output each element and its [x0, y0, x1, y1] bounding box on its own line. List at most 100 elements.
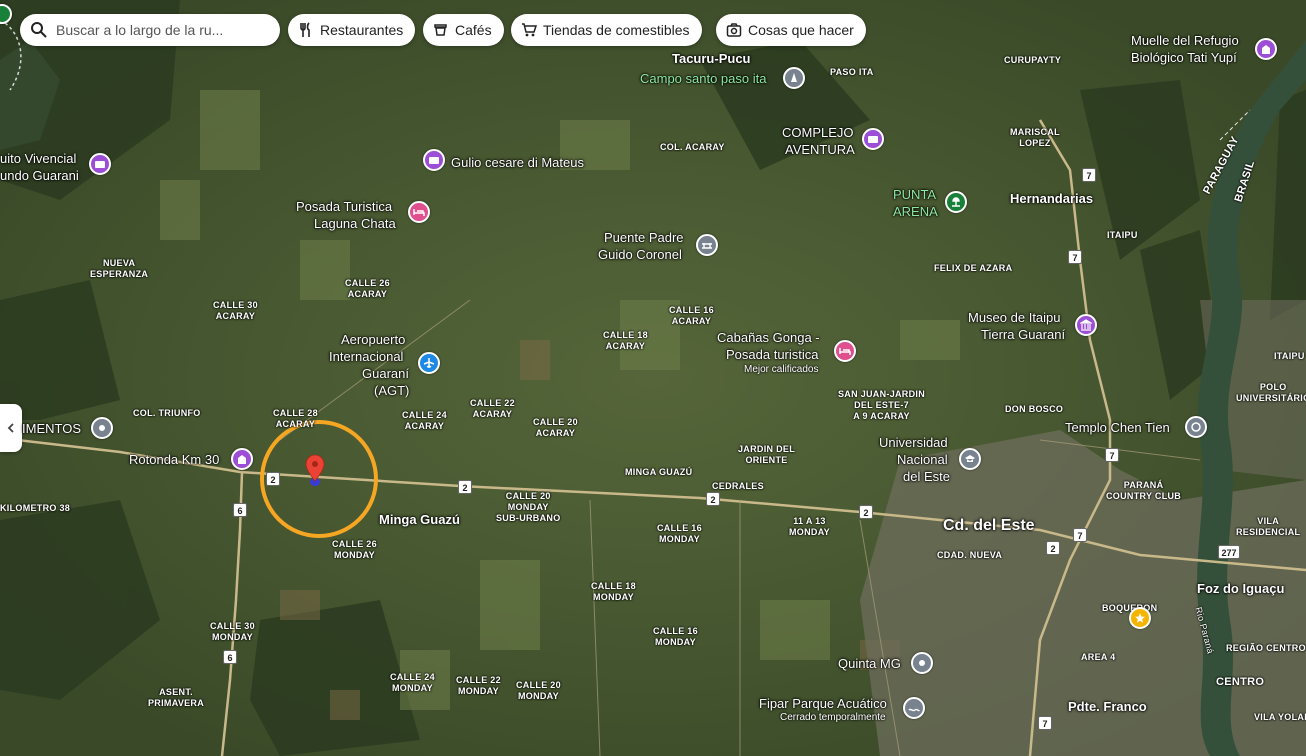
area-calle18-monday: CALLE 18 MONDAY: [591, 581, 636, 602]
route-shield: 7: [1038, 716, 1052, 730]
place-mentos[interactable]: IMENTOS: [22, 421, 81, 437]
area-mariscal-lopez: MARISCAL LOPEZ: [1010, 127, 1060, 148]
school-pin-icon[interactable]: [959, 448, 981, 470]
place-museo-line1[interactable]: Museo de Itaipu: [968, 310, 1061, 326]
area-calle22-acaray: CALLE 22 ACARAY: [470, 398, 515, 419]
place-universidad-line3[interactable]: del Este: [903, 469, 950, 485]
fork-knife-icon: [300, 22, 310, 37]
bridge-pin-icon[interactable]: [696, 234, 718, 256]
place-pin-icon[interactable]: [91, 417, 113, 439]
place-punta-line2[interactable]: ARENA: [893, 204, 938, 220]
waterpark-pin-icon[interactable]: [903, 697, 925, 719]
route-shield: 277: [1218, 545, 1240, 559]
collapse-panel-button[interactable]: [0, 404, 22, 452]
monument-icon[interactable]: [783, 67, 805, 89]
city-cd-del-este[interactable]: Cd. del Este: [943, 518, 1035, 534]
park-icon[interactable]: [0, 4, 12, 24]
place-posada-line1[interactable]: Posada Turistica: [296, 199, 392, 215]
area-itaipu: ITAIPU: [1107, 230, 1138, 240]
area-minga-guazu-small: MINGA GUAZÚ: [625, 467, 693, 477]
place-puente-line2[interactable]: Guido Coronel: [598, 247, 682, 263]
area-vila-residencial: VILA RESIDENCIAL: [1236, 516, 1301, 537]
area-kilometro38: KILOMETRO 38: [0, 503, 71, 513]
place-fipar-line1[interactable]: Fipar Parque Acuático: [759, 696, 887, 712]
chip-cafes[interactable]: Cafés: [423, 14, 504, 46]
route-shield: 7: [1073, 528, 1087, 542]
area-polo-universitario: POLO UNIVERSITÁRIO: [1236, 382, 1306, 403]
place-museo-line2[interactable]: Tierra Guaraní: [981, 327, 1065, 343]
area-regiao-centro: REGIÃO CENTRO: [1226, 643, 1306, 653]
chip-restaurants[interactable]: Restaurantes: [288, 14, 416, 46]
place-templo[interactable]: Templo Chen Tien: [1065, 420, 1170, 436]
area-paso-ita: PASO ITA: [830, 67, 874, 77]
area-calle26-monday: CALLE 26 MONDAY: [332, 539, 377, 560]
place-tacuru-pucu[interactable]: Tacuru-Pucu: [672, 51, 751, 67]
place-aeropuerto-line3[interactable]: Guaraní: [362, 366, 409, 382]
camera-pin-icon[interactable]: [89, 153, 111, 175]
area-area-4: AREA 4: [1081, 652, 1116, 662]
city-hernandarias[interactable]: Hernandarias: [1010, 191, 1093, 207]
airport-icon[interactable]: [418, 352, 440, 374]
route-search-box[interactable]: [20, 14, 280, 46]
place-quinta-mg[interactable]: Quinta MG: [838, 656, 901, 672]
chip-groceries[interactable]: Tiendas de comestibles: [511, 14, 702, 46]
area-parana-country: PARANÁ COUNTRY CLUB: [1106, 480, 1182, 501]
place-complejo-line2[interactable]: AVENTURA: [785, 142, 855, 158]
chevron-left-icon: [7, 423, 14, 433]
place-gulio[interactable]: Gulio cesare di Mateus: [451, 155, 584, 171]
place-circuito-line1[interactable]: uito Vivencial: [0, 151, 76, 167]
route-shield: 7: [1105, 448, 1119, 462]
city-pdte-franco[interactable]: Pdte. Franco: [1068, 699, 1147, 715]
route-shield: 2: [706, 492, 720, 506]
place-pin-icon[interactable]: [911, 652, 933, 674]
search-icon: [31, 22, 47, 38]
place-muelle-line2[interactable]: Biológico Tati Yupí: [1131, 50, 1237, 66]
area-curupayty: CURUPAYTY: [1004, 55, 1062, 65]
area-calle20-monday: CALLE 20 MONDAY SUB-URBANO: [496, 491, 561, 523]
chip-things-to-do[interactable]: Cosas que hacer: [716, 14, 866, 46]
area-calle28-acaray: CALLE 28 ACARAY: [273, 408, 318, 429]
chip-label: Cafés: [455, 22, 492, 38]
area-calle24-monday: CALLE 24 MONDAY: [390, 672, 435, 693]
temple-pin-icon[interactable]: [1185, 416, 1207, 438]
place-universidad-line1[interactable]: Universidad: [879, 435, 948, 451]
route-shield: 2: [266, 472, 280, 486]
area-nueva-esperanza: NUEVA ESPERANZA: [90, 258, 149, 279]
star-pin-icon[interactable]: [1129, 607, 1151, 629]
place-campo-santo[interactable]: Campo santo paso ita: [640, 71, 766, 87]
shopping-cart-icon: [522, 23, 537, 37]
place-cabanas-line2[interactable]: Posada turistica: [726, 347, 819, 363]
place-complejo-line1[interactable]: COMPLEJO: [782, 125, 854, 141]
river-parana: Rio Paraná: [1193, 605, 1216, 655]
camera-icon: [726, 23, 742, 37]
area-11-13-monday: 11 A 13 MONDAY: [789, 516, 830, 537]
camera-pin-icon[interactable]: [423, 149, 445, 171]
city-foz-do-iguacu[interactable]: Foz do Iguaçu: [1197, 581, 1284, 597]
place-circuito-line2[interactable]: undo Guarani: [0, 168, 79, 184]
city-minga-guazu[interactable]: Minga Guazú: [379, 512, 460, 528]
place-puente-line1[interactable]: Puente Padre: [604, 230, 684, 246]
route-shield: 6: [223, 650, 237, 664]
camera-pin-icon[interactable]: [862, 128, 884, 150]
area-asent-primavera: ASENT. PRIMAVERA: [148, 687, 205, 708]
beach-pin-icon[interactable]: [945, 191, 967, 213]
area-calle22-monday: CALLE 22 MONDAY: [456, 675, 501, 696]
place-punta-line1[interactable]: PUNTA: [893, 187, 936, 203]
hotel-pin-icon[interactable]: [834, 340, 856, 362]
place-posada-line2[interactable]: Laguna Chata: [314, 216, 396, 232]
place-aeropuerto-line4[interactable]: (AGT): [374, 383, 409, 399]
search-input[interactable]: [54, 21, 258, 39]
area-col-acaray: COL. ACARAY: [660, 142, 725, 152]
place-universidad-line2[interactable]: Nacional: [897, 452, 948, 468]
place-muelle-line1[interactable]: Muelle del Refugio: [1131, 33, 1239, 49]
place-cabanas-line1[interactable]: Cabañas Gonga -: [717, 330, 820, 346]
area-jardin-oriente: JARDIN DEL ORIENTE: [738, 444, 796, 465]
place-aeropuerto-line1[interactable]: Aeropuerto: [341, 332, 405, 348]
museum-pin-icon[interactable]: [1075, 314, 1097, 336]
hotel-pin-icon[interactable]: [408, 201, 430, 223]
landmark-icon[interactable]: [1255, 38, 1277, 60]
landmark-icon[interactable]: [231, 448, 253, 470]
area-felix-de-azara: FELIX DE AZARA: [934, 263, 1013, 273]
place-aeropuerto-line2[interactable]: Internacional: [329, 349, 403, 365]
place-rotonda[interactable]: Rotonda Km 30: [129, 452, 219, 468]
